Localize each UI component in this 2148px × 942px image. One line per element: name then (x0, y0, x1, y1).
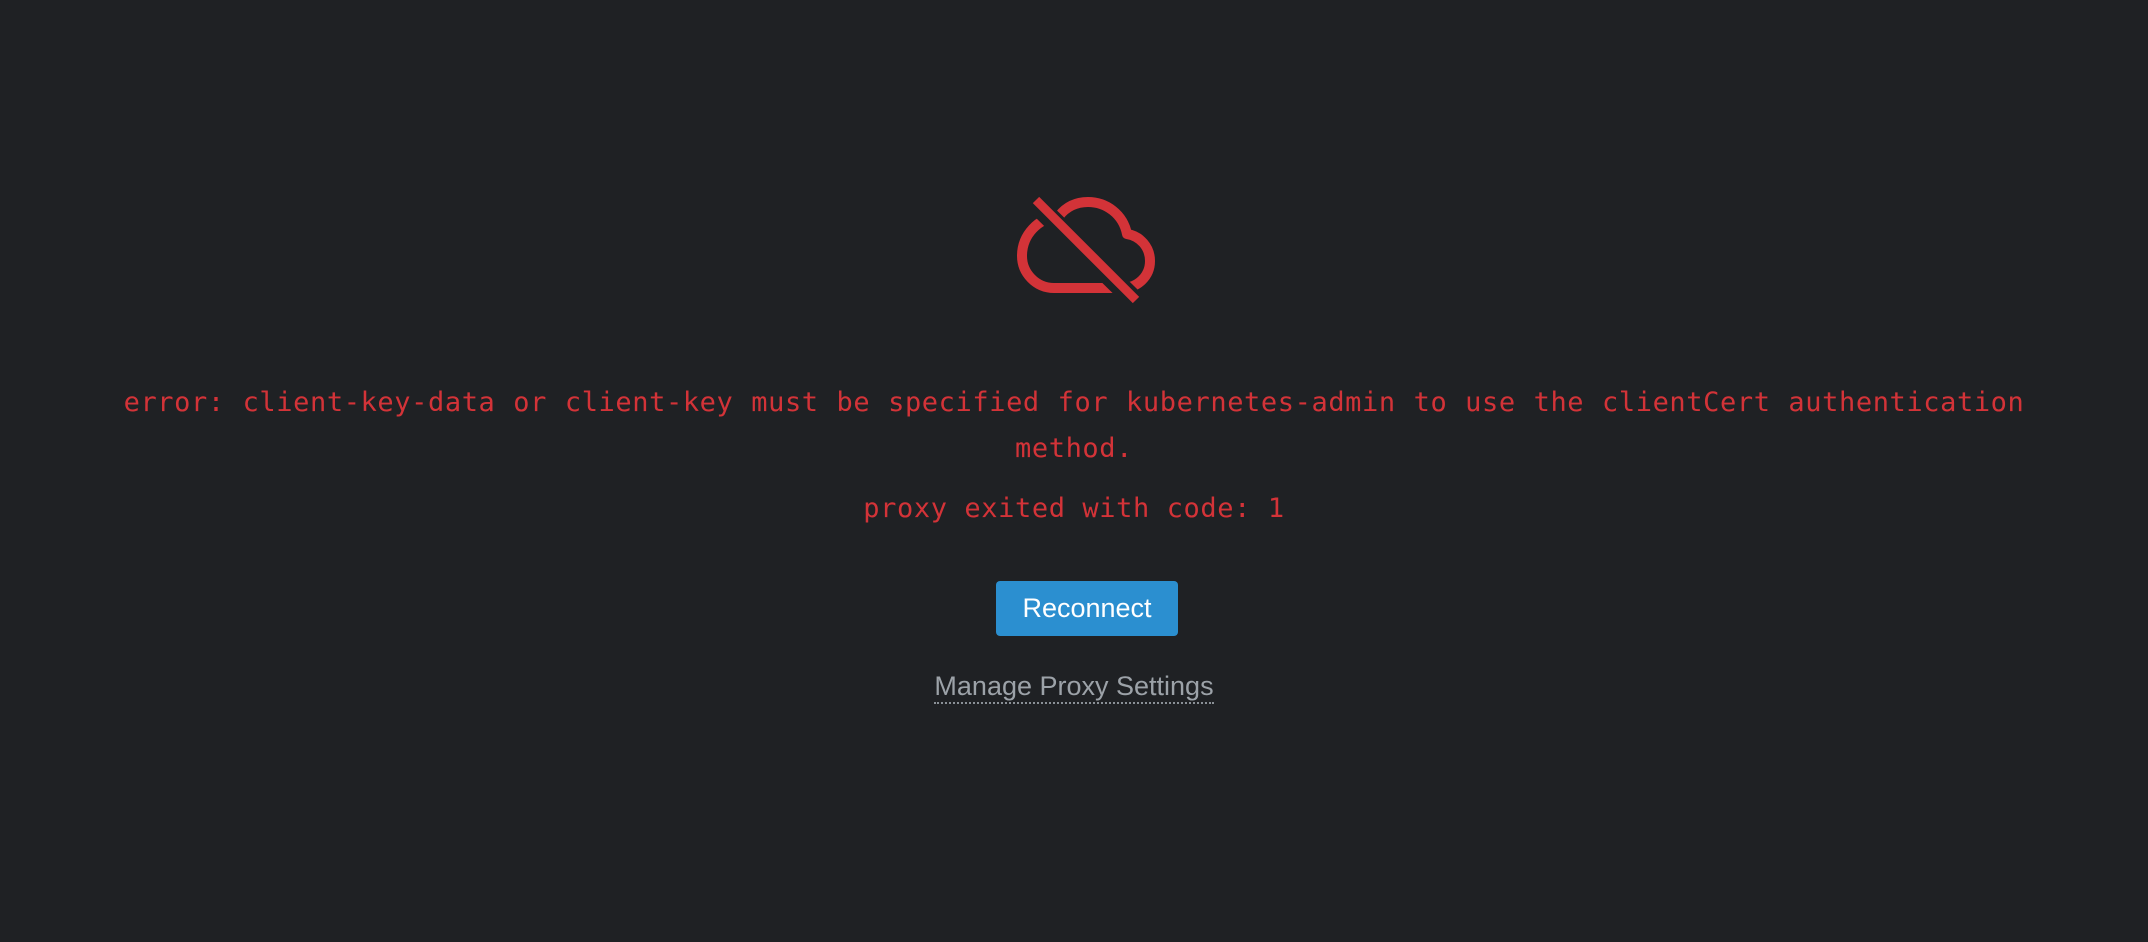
proxy-error-page: error: client-key-data or client-key mus… (0, 0, 2148, 942)
error-message: error: client-key-data or client-key mus… (123, 387, 2025, 464)
manage-proxy-settings-link[interactable]: Manage Proxy Settings (934, 671, 1214, 704)
exit-code-message: proxy exited with code: 1 (863, 493, 1285, 524)
manage-proxy-container: Manage Proxy Settings (0, 666, 2148, 706)
reconnect-button[interactable]: Reconnect (996, 581, 1178, 636)
cloud-off-icon (1014, 194, 1160, 306)
